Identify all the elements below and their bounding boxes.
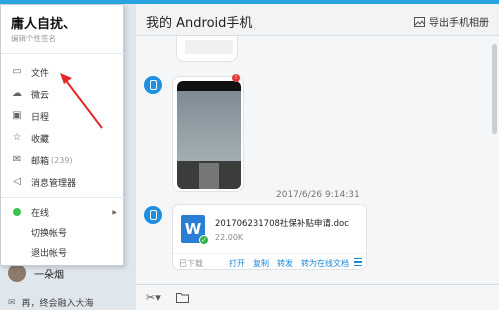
image-message-partial[interactable]: [176, 36, 238, 62]
message-timestamp: 2017/6/26 9:14:31: [276, 190, 360, 200]
menu-item-switch-account[interactable]: 切换帐号: [1, 223, 125, 241]
avatar: [8, 264, 26, 282]
device-avatar: [144, 206, 162, 224]
contact-name: 一朵烟: [34, 269, 64, 281]
menu-item-label: 收藏: [31, 134, 50, 145]
calendar-icon: ▣: [12, 110, 22, 121]
file-message-card[interactable]: W ✓ 201706231708社保补贴申请.doc 22.00K 已下载 打开…: [172, 204, 368, 271]
logout-label: 退出帐号: [31, 248, 68, 259]
device-avatar: [144, 76, 162, 94]
group-icon: ✉: [8, 297, 16, 308]
menu-divider: [1, 197, 125, 198]
folder-icon[interactable]: [176, 292, 189, 303]
cloud-icon: ☁: [12, 88, 22, 99]
file-name: 201706231708社保补贴申请.doc: [215, 219, 349, 229]
file-actions-bar: 已下载 打开 复制 转发 转为在线文档: [173, 253, 368, 271]
switch-account-label: 切换帐号: [31, 228, 68, 239]
menu-item-logout[interactable]: 退出帐号: [1, 243, 125, 261]
annotation-arrow: [60, 73, 103, 129]
chat-title: 我的 Android手机: [146, 16, 253, 31]
menu-item-mail[interactable]: ✉ 邮箱 (239): [1, 151, 125, 169]
check-icon: ✓: [199, 235, 209, 245]
menu-item-label: 文件: [31, 68, 50, 79]
speaker-icon: ◁: [13, 176, 21, 187]
main-menu-dropdown: 庸人自扰、 编辑个性签名 ▭ 文件 ☁ 微云 ▣ 日程 ☆ 收藏 ✉ 邮箱 (2…: [0, 4, 125, 266]
export-album-label: 导出手机相册: [429, 18, 489, 29]
picture-icon: [414, 16, 425, 27]
export-album-button[interactable]: 导出手机相册: [414, 14, 489, 29]
image-road: [199, 163, 219, 189]
mail-count: (239): [51, 155, 73, 165]
menu-item-message-manager[interactable]: ◁ 消息管理器: [1, 173, 125, 191]
copy-file-link[interactable]: 复制: [253, 258, 269, 269]
convert-online-doc-link[interactable]: 转为在线文档: [301, 258, 349, 269]
menu-item-label: 微云: [31, 90, 50, 101]
file-size: 22.00K: [215, 233, 244, 242]
chat-header: 我的 Android手机 导出手机相册: [136, 4, 499, 36]
chat-scrollbar[interactable]: [492, 44, 497, 134]
username[interactable]: 庸人自扰、: [11, 13, 76, 32]
menu-item-label: 日程: [31, 112, 50, 123]
image-sky: [177, 91, 241, 161]
input-toolbar: ✂▾: [136, 284, 499, 310]
status-label: 在线: [31, 208, 50, 219]
image-thumbnail: [185, 40, 233, 54]
folder-icon: ▭: [12, 66, 22, 77]
submenu-arrow-icon: ▶: [112, 208, 117, 216]
menu-item-label: 消息管理器: [31, 178, 77, 189]
star-icon: ☆: [12, 132, 22, 143]
forward-file-link[interactable]: 转发: [277, 258, 293, 269]
signature-edit[interactable]: 编辑个性签名: [11, 33, 56, 44]
open-file-link[interactable]: 打开: [229, 258, 245, 269]
phone-icon: [149, 210, 157, 220]
menu-item-label: 邮箱: [31, 156, 50, 167]
send-failed-icon[interactable]: !: [232, 74, 240, 82]
scissors-icon[interactable]: ✂▾: [146, 291, 161, 304]
chat-pane: 我的 Android手机 导出手机相册 ! 2017/6/26 9:14:31 …: [136, 4, 499, 310]
mail-icon: ✉: [12, 154, 22, 165]
phone-icon: [149, 80, 157, 90]
phone-screenshot-image[interactable]: [177, 81, 241, 189]
online-status-icon: [13, 208, 21, 216]
contact-list-item[interactable]: ✉ 再，终会融入大海: [8, 296, 94, 310]
more-menu-icon[interactable]: [354, 258, 362, 266]
contact-list-item[interactable]: 一朵烟: [8, 264, 64, 282]
menu-divider: [1, 53, 125, 54]
download-status: 已下载: [179, 259, 203, 268]
menu-item-status[interactable]: 在线 ▶: [1, 203, 125, 221]
image-message[interactable]: [172, 76, 244, 192]
contact-preview: 再，终会融入大海: [21, 299, 94, 309]
